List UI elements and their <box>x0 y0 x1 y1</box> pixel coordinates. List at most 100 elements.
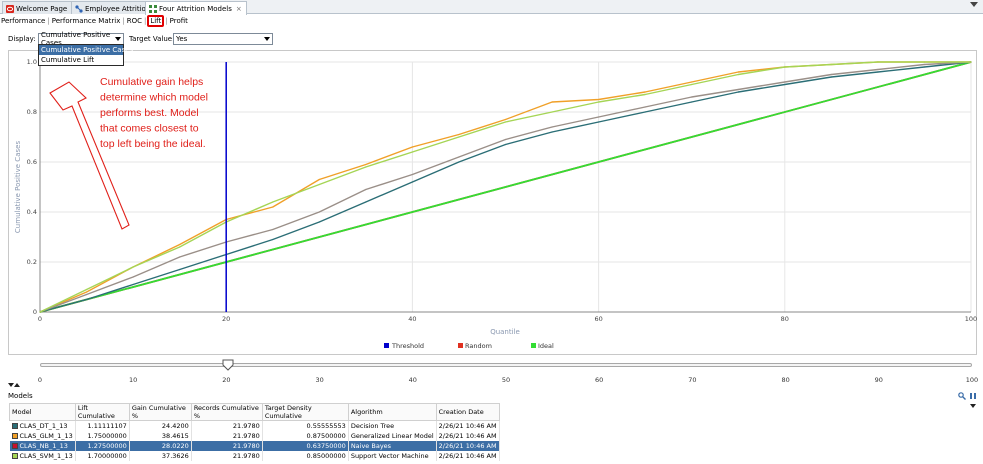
table-row[interactable]: CLAS_GLM_1_13 1.75000000 38.4615 21.9780 0.8… <box>9 430 500 441</box>
dropdown-option-cumulative-lift[interactable]: Cumulative Lift <box>39 55 123 65</box>
tab-four-attrition-models[interactable]: Four Attrition Models × <box>145 1 247 15</box>
target-value-select-value: Yes <box>176 35 188 43</box>
tab-list-chevron-icon[interactable] <box>970 2 978 7</box>
lift-cumulative-cell: 1.11111107 <box>75 420 130 431</box>
column-header-target-density[interactable]: Target Density Cumulative <box>261 403 349 421</box>
creation-date-cell-text: 2/26/21 10:46 AM <box>438 451 497 460</box>
gain-cumulative-cell: 24.4200 <box>129 420 192 431</box>
algorithm-cell-text: Decision Tree <box>350 421 395 430</box>
creation-date-cell: 2/26/21 10:46 AM <box>436 440 500 451</box>
target-density-cell: 0.55555553 <box>262 420 349 431</box>
column-header-records-cumulative[interactable]: Records Cumulative % <box>190 403 263 421</box>
tab-label: Employee Attrition <box>85 4 151 13</box>
lift-cumulative-cell: 1.75000000 <box>75 430 130 441</box>
expand-panel-icon[interactable] <box>14 383 20 387</box>
column-header-model[interactable]: Model <box>9 403 76 421</box>
slider-tick-label: 40 <box>409 376 417 384</box>
algorithm-cell-text: Naive Bayes <box>350 441 392 450</box>
slider-thumb[interactable] <box>222 359 234 371</box>
slider-tick-label: 50 <box>502 376 510 384</box>
algorithm-cell: Support Vector Machine <box>348 450 437 461</box>
chevron-down-icon <box>115 37 121 41</box>
target-density-cell-text: 0.55555553 <box>306 421 346 430</box>
threshold-slider[interactable] <box>40 363 972 367</box>
algorithm-cell-text: Support Vector Machine <box>350 451 429 460</box>
target-density-cell: 0.63750000 <box>262 440 349 451</box>
models-panel-title: Models <box>8 392 33 400</box>
column-header-algorithm[interactable]: Algorithm <box>347 403 437 421</box>
model-cell-text: CLAS_DT_1_13 <box>19 421 68 430</box>
target-density-cell-text: 0.63750000 <box>306 441 346 450</box>
gain-cumulative-cell-text: 37.3626 <box>161 451 189 460</box>
subtab-performance-matrix[interactable]: Performance Matrix <box>51 17 122 25</box>
table-row[interactable]: CLAS_NB_1_13 1.27500000 28.0220 21.9780 0.63… <box>9 440 500 451</box>
target-density-cell-text: 0.85000000 <box>306 451 346 460</box>
gain-cumulative-cell: 37.3626 <box>129 450 192 461</box>
table-row[interactable]: CLAS_DT_1_13 1.11111107 24.4200 21.9780 0.55… <box>9 420 500 431</box>
result-subtabs: Performance | Performance Matrix | ROC | Li… <box>0 14 189 27</box>
slider-tick-label: 90 <box>875 376 883 384</box>
records-cumulative-cell: 21.9780 <box>191 440 263 451</box>
models-panel-header: Models <box>8 391 977 401</box>
slider-tick-label: 70 <box>688 376 696 384</box>
gain-cumulative-cell: 28.0220 <box>129 440 192 451</box>
dropdown-option-cumulative-positive-cases[interactable]: Cumulative Positive Cases <box>39 45 133 55</box>
subtab-roc[interactable]: ROC <box>126 17 143 25</box>
model-cell: CLAS_DT_1_13 <box>9 420 76 431</box>
lift-cumulative-cell: 1.70000000 <box>75 450 130 461</box>
subtab-lift[interactable]: Lift <box>147 14 165 27</box>
slider-tick-label: 60 <box>595 376 603 384</box>
table-menu-chevron-icon[interactable] <box>970 404 976 408</box>
lift-cumulative-cell-text: 1.70000000 <box>87 451 127 460</box>
model-cell: CLAS_NB_1_13 <box>9 440 76 451</box>
column-header-gain-cumulative[interactable]: Gain Cumulative % <box>128 403 192 421</box>
model-cell: CLAS_GLM_1_13 <box>9 430 76 441</box>
column-header-lift-cumulative[interactable]: Lift Cumulative <box>74 403 130 421</box>
models-table-header: Model Lift Cumulative Gain Cumulative % … <box>9 403 500 421</box>
records-cumulative-cell-text: 21.9780 <box>232 441 260 450</box>
slider-tick-label: 0 <box>38 376 42 384</box>
search-icon[interactable] <box>958 392 966 400</box>
workflow-icon <box>75 4 83 13</box>
algorithm-cell: Naive Bayes <box>348 440 437 451</box>
model-cell-text: CLAS_GLM_1_13 <box>19 431 73 440</box>
algorithm-cell-text: Generalized Linear Model <box>350 431 434 440</box>
records-cumulative-cell: 21.9780 <box>191 430 263 441</box>
oracle-icon <box>6 4 14 13</box>
subtab-performance[interactable]: Performance <box>0 17 46 25</box>
chevron-down-icon <box>264 37 270 41</box>
target-density-cell: 0.87500000 <box>262 430 349 441</box>
settings-icon[interactable] <box>969 392 977 400</box>
lift-cumulative-cell-text: 1.27500000 <box>87 441 127 450</box>
lift-cumulative-cell: 1.27500000 <box>75 440 130 451</box>
table-row[interactable]: CLAS_SVM_1_13 1.70000000 37.3626 21.9780 0.8… <box>9 450 500 461</box>
subtab-profit[interactable]: Profit <box>169 17 189 25</box>
records-cumulative-cell-text: 21.9780 <box>232 421 260 430</box>
target-density-cell: 0.85000000 <box>262 450 349 461</box>
model-cell-text: CLAS_SVM_1_13 <box>19 451 73 460</box>
target-density-cell-text: 0.87500000 <box>306 431 346 440</box>
records-cumulative-cell-text: 21.9780 <box>232 451 260 460</box>
slider-tick-label: 20 <box>222 376 230 384</box>
model-color-swatch <box>11 452 18 459</box>
slider-tick-label: 80 <box>781 376 789 384</box>
close-icon[interactable]: × <box>236 5 242 13</box>
model-cell-text: CLAS_NB_1_13 <box>19 441 68 450</box>
gain-cumulative-cell: 38.4615 <box>129 430 192 441</box>
creation-date-cell: 2/26/21 10:46 AM <box>436 450 500 461</box>
lift-cumulative-cell-text: 1.11111107 <box>87 421 127 430</box>
gain-cumulative-cell-text: 24.4200 <box>161 421 189 430</box>
target-value-select[interactable]: Yes <box>173 33 273 45</box>
creation-date-cell-text: 2/26/21 10:46 AM <box>438 441 497 450</box>
model-color-swatch <box>11 432 18 439</box>
column-header-creation-date[interactable]: Creation Date <box>435 403 500 421</box>
creation-date-cell-text: 2/26/21 10:46 AM <box>438 421 497 430</box>
slider-tick-label: 30 <box>315 376 323 384</box>
model-color-swatch <box>11 422 18 429</box>
algorithm-cell: Generalized Linear Model <box>348 430 437 441</box>
slider-tick-label: 100 <box>966 376 978 384</box>
model-cell: CLAS_SVM_1_13 <box>9 450 76 461</box>
records-cumulative-cell: 21.9780 <box>191 420 263 431</box>
models-icon <box>149 5 157 13</box>
display-label: Display: <box>8 35 36 43</box>
